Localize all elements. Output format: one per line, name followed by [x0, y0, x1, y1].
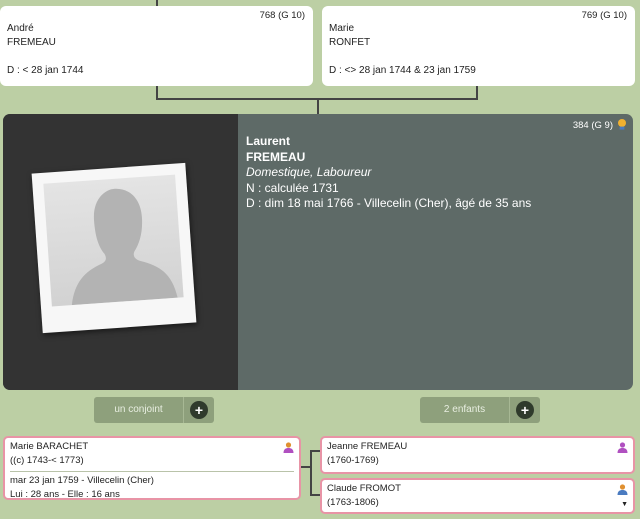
- children-count-button[interactable]: 2 enfants: [420, 397, 509, 423]
- first-name: Marie: [329, 23, 355, 34]
- occupation: Domestique, Laboureur: [246, 165, 372, 179]
- child-name: Claude FROMOT: [327, 483, 401, 494]
- first-name: Laurent: [246, 134, 291, 148]
- divider: [10, 471, 294, 472]
- spouse-dates: ((c) 1743-< 1773): [10, 455, 84, 466]
- first-name: André: [7, 23, 34, 34]
- main-person-card: 384 (G 9) Laurent FREMEAU Domestique, La…: [3, 114, 633, 390]
- father-card[interactable]: 768 (G 10) André FREMEAU D : < 28 jan 17…: [0, 6, 313, 86]
- portrait-photo[interactable]: [31, 162, 197, 334]
- lightbulb-icon[interactable]: [616, 118, 628, 135]
- child-card[interactable]: Claude FROMOT (1763-1806) ▼: [320, 478, 635, 514]
- male-person-icon: [617, 484, 628, 500]
- parents-connector-center: [317, 98, 319, 114]
- photo-panel: [3, 114, 238, 390]
- add-child-control: 2 enfants +: [420, 397, 540, 423]
- mother-card[interactable]: 769 (G 10) Marie RONFET D : <> 28 jan 17…: [322, 6, 635, 86]
- chevron-down-icon[interactable]: ▼: [621, 501, 628, 509]
- sosa-number: 384 (G 9): [572, 120, 613, 131]
- children-vertical-connector: [310, 450, 312, 495]
- divider: [183, 397, 184, 423]
- add-spouse-control: un conjoint +: [94, 397, 214, 423]
- last-name: FREMEAU: [7, 37, 56, 48]
- divider: [509, 397, 510, 423]
- marriage-ages: Lui : 28 ans - Elle : 16 ans: [10, 489, 120, 500]
- person-info-panel: 384 (G 9) Laurent FREMEAU Domestique, La…: [238, 114, 633, 390]
- last-name: RONFET: [329, 37, 371, 48]
- spouse-count-button[interactable]: un conjoint: [94, 397, 183, 423]
- death-info: D : <> 28 jan 1744 & 23 jan 1759: [329, 65, 476, 76]
- sosa-number: 769 (G 10): [581, 10, 627, 21]
- death-info: D : < 28 jan 1744: [7, 65, 84, 76]
- child-2-connector: [310, 494, 320, 496]
- add-spouse-button[interactable]: +: [190, 401, 208, 419]
- last-name: FREMEAU: [246, 149, 306, 164]
- child-1-connector: [310, 450, 320, 452]
- child-card[interactable]: Jeanne FREMEAU (1760-1769): [320, 436, 635, 474]
- sosa-number: 768 (G 10): [259, 10, 305, 21]
- silhouette-placeholder-icon: [43, 174, 184, 307]
- marriage-info: mar 23 jan 1759 - Villecelin (Cher): [10, 475, 154, 486]
- female-person-icon: [283, 442, 294, 458]
- spouse-card[interactable]: Marie BARACHET ((c) 1743-< 1773) mar 23 …: [3, 436, 301, 500]
- child-dates: (1760-1769): [327, 455, 379, 466]
- birth-info: N : calculée 1731: [246, 180, 339, 195]
- spouse-name: Marie BARACHET: [10, 441, 89, 452]
- death-info: D : dim 18 mai 1766 - Villecelin (Cher),…: [246, 196, 532, 210]
- child-dates: (1763-1806): [327, 497, 379, 508]
- child-name: Jeanne FREMEAU: [327, 441, 408, 452]
- female-person-icon: [617, 442, 628, 458]
- add-child-button[interactable]: +: [516, 401, 534, 419]
